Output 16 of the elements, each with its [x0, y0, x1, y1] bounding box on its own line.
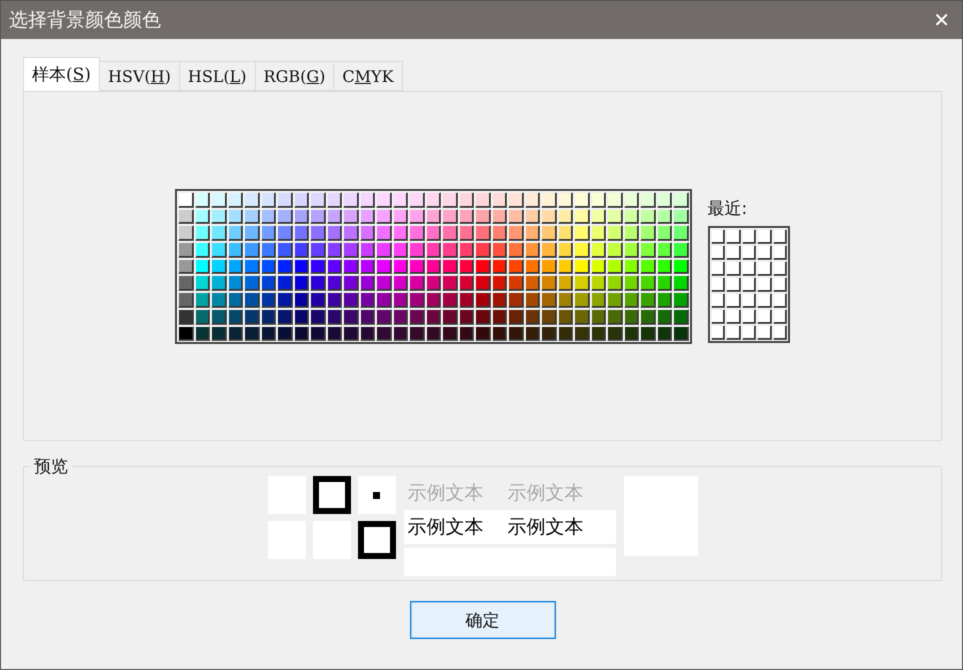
- sample-text: 示例文本: [508, 515, 584, 540]
- sample-text: 示例文本: [408, 515, 484, 540]
- sample-text: 示例文本: [408, 481, 484, 506]
- close-button[interactable]: ✕: [933, 8, 950, 32]
- tab[interactable]: HSV(H): [98, 61, 180, 91]
- recent-label: 最近:: [708, 198, 748, 220]
- tab[interactable]: RGB(G): [254, 61, 334, 91]
- ok-button[interactable]: 确定: [410, 601, 556, 639]
- sample-text: 示例文本: [508, 481, 584, 506]
- tab[interactable]: 样本(S): [23, 57, 100, 91]
- tab[interactable]: CMYK: [333, 61, 403, 91]
- window-title: 选择背景颜色颜色: [9, 8, 161, 33]
- preview-legend: 预览: [30, 455, 72, 478]
- tab[interactable]: HSL(L): [178, 61, 256, 91]
- recent-swatch-grid[interactable]: [708, 226, 790, 343]
- color-swatch-grid-drawing[interactable]: [175, 189, 692, 344]
